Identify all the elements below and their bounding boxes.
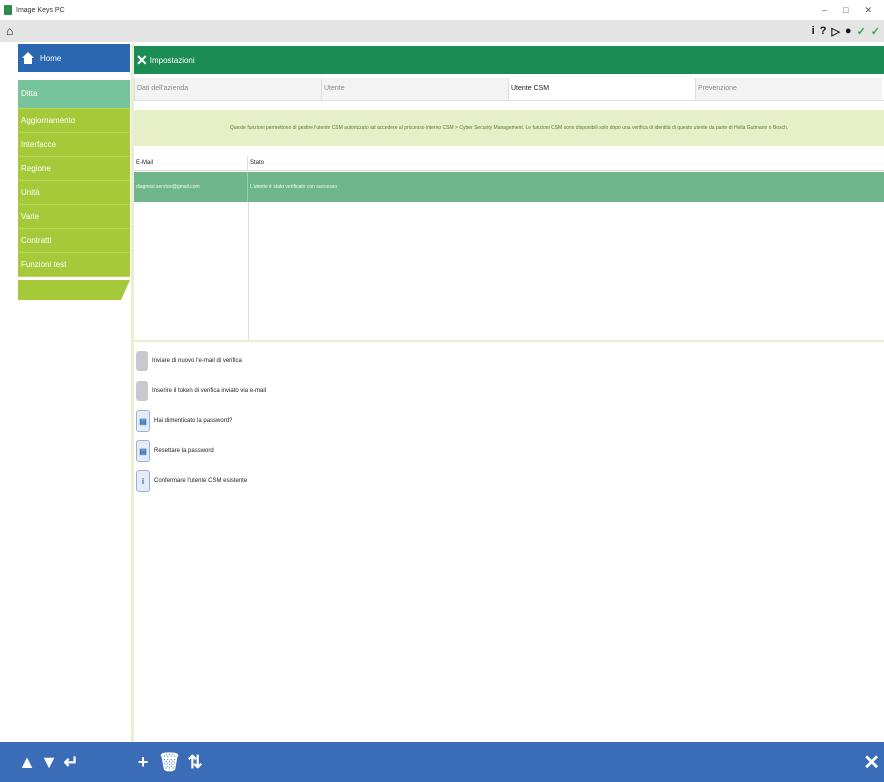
action-label: Resettare la password	[154, 448, 214, 454]
info-icon[interactable]: i	[812, 25, 815, 38]
enter-verification-token-button[interactable]: Inserire il token di verifica inviato vi…	[136, 376, 536, 406]
content-left-border	[131, 44, 134, 744]
sidebar-home-button[interactable]: Home	[18, 44, 130, 72]
mail-icon	[136, 351, 148, 371]
table-header: E-Mail Stato	[134, 156, 884, 171]
maximize-icon[interactable]: □	[843, 5, 848, 16]
sidebar-item-aggiornamento[interactable]: Aggiornamento	[18, 109, 130, 133]
toolbar-right-icons: i ? ▷ ● ✓ ✓	[812, 25, 884, 38]
tab-utente-csm[interactable]: Utente CSM	[508, 78, 695, 100]
action-label: Inserire il token di verifica inviato vi…	[152, 388, 267, 394]
resend-verification-email-button[interactable]: Inviare di nuovo l'e-mail di verifica	[136, 346, 536, 376]
sidebar-tail	[18, 280, 130, 300]
actions-list: Inviare di nuovo l'e-mail di verifica In…	[136, 346, 536, 496]
trash-icon[interactable]: 🗑	[158, 752, 181, 773]
close-window-icon[interactable]: ✕	[864, 5, 872, 16]
user-icon[interactable]: ●	[845, 25, 852, 38]
key-icon: ▤	[136, 410, 150, 432]
sidebar-home-label: Home	[40, 53, 62, 63]
info-icon: i	[136, 470, 150, 492]
tools-icon: ✕	[136, 51, 148, 68]
check-icon-secondary[interactable]: ✓	[871, 25, 880, 38]
play-icon[interactable]: ▷	[831, 25, 839, 38]
close-icon[interactable]: ✕	[863, 750, 880, 775]
sidebar-item-unita[interactable]: Unità	[18, 181, 130, 205]
up-arrow-icon[interactable]: ▲	[16, 752, 38, 773]
edit-buttons: + 🗑 ⇅	[132, 752, 206, 773]
reset-password-button[interactable]: ▤ Resettare la password	[136, 436, 536, 466]
cell-stato: L'utente è stato verificato con successo	[250, 184, 338, 190]
add-icon[interactable]: +	[132, 752, 154, 773]
tab-dati-azienda[interactable]: Dati dell'azienda	[134, 78, 321, 100]
tab-prevenzione[interactable]: Prevenzione	[695, 78, 882, 100]
enter-icon[interactable]: ↵	[60, 752, 82, 773]
down-arrow-icon[interactable]: ▼	[38, 752, 60, 773]
minimize-icon[interactable]: –	[822, 5, 827, 16]
sort-icon[interactable]: ⇅	[184, 752, 206, 773]
sidebar: Home Ditta Aggiornamento Interfacce Regi…	[0, 44, 131, 300]
house-icon	[22, 52, 34, 64]
reset-icon: ▤	[136, 440, 150, 462]
cell-email: diagnosi.service@gmail.com	[134, 172, 248, 202]
tab-bar: Dati dell'azienda Utente Utente CSM Prev…	[134, 78, 884, 101]
tab-utente[interactable]: Utente	[321, 78, 508, 100]
action-label: Confermare l'utente CSM esistente	[154, 478, 248, 484]
section-header: ✕ Impostazioni	[134, 46, 884, 74]
sidebar-item-varie[interactable]: Varie	[18, 205, 130, 229]
window-title: Image Keys PC	[16, 6, 65, 14]
confirm-existing-csm-user-button[interactable]: i Confermare l'utente CSM esistente	[136, 466, 536, 496]
sidebar-item-regione[interactable]: Regione	[18, 157, 130, 181]
column-header-stato[interactable]: Stato	[248, 156, 264, 170]
action-label: Inviare di nuovo l'e-mail di verifica	[152, 358, 242, 364]
section-title: Impostazioni	[149, 55, 195, 65]
bottom-toolbar: ▲ ▼ ↵ + 🗑 ⇅ ✕	[0, 742, 884, 782]
app-icon	[4, 5, 12, 15]
action-label: Hai dimenticato la password?	[154, 418, 233, 424]
forgot-password-button[interactable]: ▤ Hai dimenticato la password?	[136, 406, 536, 436]
help-icon[interactable]: ?	[820, 25, 827, 38]
sidebar-item-funzioni-test[interactable]: Funzioni test	[18, 253, 130, 277]
sidebar-item-ditta[interactable]: Ditta	[18, 80, 130, 109]
column-divider	[248, 202, 249, 340]
table-row[interactable]: diagnosi.service@gmail.com L'utente è st…	[134, 172, 884, 202]
sidebar-item-interfacce[interactable]: Interfacce	[18, 133, 130, 157]
csm-user-table: E-Mail Stato diagnosi.service@gmail.com …	[134, 156, 884, 342]
sidebar-nav-list: Ditta Aggiornamento Interfacce Regione U…	[18, 80, 130, 277]
sidebar-item-contratti[interactable]: Contratti	[18, 229, 130, 253]
navigation-buttons: ▲ ▼ ↵	[16, 752, 82, 773]
check-icon[interactable]: ✓	[857, 25, 866, 38]
window-titlebar: Image Keys PC – □ ✕	[0, 0, 884, 20]
info-banner: Queste funzioni permettono di gestire l'…	[134, 110, 884, 146]
home-icon[interactable]: ⌂	[6, 24, 13, 38]
top-toolbar: ⌂ i ? ▷ ● ✓ ✓	[0, 20, 884, 42]
column-header-email[interactable]: E-Mail	[134, 156, 248, 170]
token-icon	[136, 381, 148, 401]
window-controls: – □ ✕	[822, 5, 884, 16]
